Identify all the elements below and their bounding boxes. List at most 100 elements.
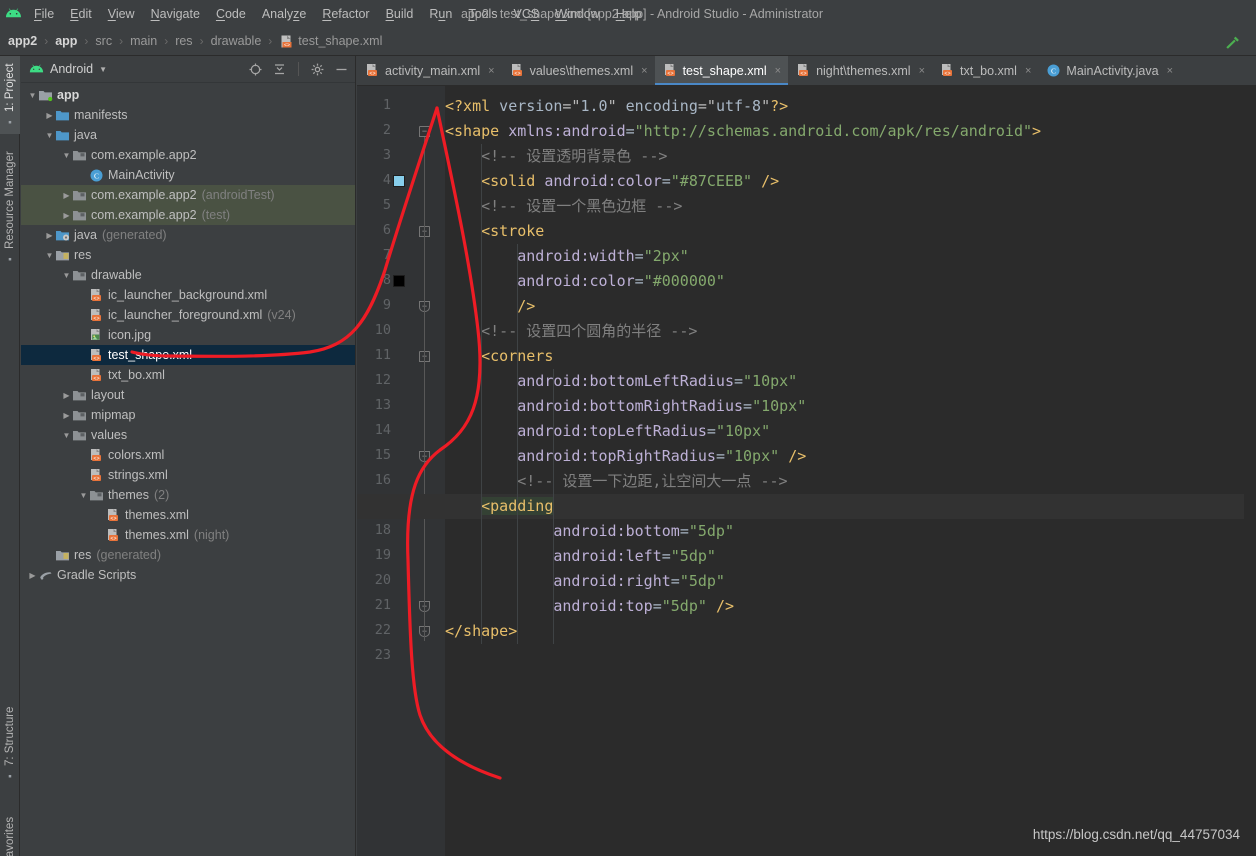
- menu-item-navigate[interactable]: Navigate: [143, 4, 208, 24]
- tree-node-res[interactable]: res (generated): [21, 545, 355, 565]
- chevron-down-icon[interactable]: ▼: [44, 131, 55, 140]
- breadcrumb-file[interactable]: test_shape.xml: [298, 34, 382, 48]
- menu-item-analyze[interactable]: Analyze: [254, 4, 314, 24]
- sidebar-item-structure[interactable]: ▪ 7: Structure: [0, 694, 20, 794]
- code-line-9[interactable]: />: [445, 294, 535, 319]
- chevron-right-icon[interactable]: ▶: [27, 571, 38, 580]
- breadcrumb-res[interactable]: res: [175, 34, 192, 48]
- tree-node-values[interactable]: ▼ values: [21, 425, 355, 445]
- editor-tab-mainactivity-java[interactable]: C MainActivity.java ×: [1038, 56, 1180, 85]
- hide-panel-icon[interactable]: [334, 62, 349, 77]
- code-line-4[interactable]: <solid android:color="#87CEEB" />: [445, 169, 779, 194]
- sidebar-item-project[interactable]: ▪ 1: Project: [0, 56, 20, 134]
- tree-node-manifests[interactable]: ▶ manifests: [21, 105, 355, 125]
- tree-node-themes-xml[interactable]: <> themes.xml (night): [21, 525, 355, 545]
- settings-gear-icon[interactable]: [310, 62, 325, 77]
- menu-item-edit[interactable]: Edit: [62, 4, 100, 24]
- chevron-down-icon[interactable]: ▼: [61, 151, 72, 160]
- menu-item-help[interactable]: Help: [608, 4, 650, 24]
- tree-node-gradle-scripts[interactable]: ▶ Gradle Scripts: [21, 565, 355, 585]
- close-icon[interactable]: ×: [488, 65, 494, 77]
- project-view-name[interactable]: Android: [50, 62, 93, 76]
- chevron-right-icon[interactable]: ▶: [61, 391, 72, 400]
- editor-gutter[interactable]: 1234567891011121314151617181920212223−−−…: [357, 86, 445, 856]
- code-line-20[interactable]: android:right="5dp": [445, 569, 725, 594]
- code-line-6[interactable]: <stroke: [445, 219, 544, 244]
- code-line-1[interactable]: <?xml version="1.0" encoding="utf-8"?>: [445, 94, 788, 119]
- sidebar-item-favorites[interactable]: 2: Favorites: [0, 798, 20, 856]
- menu-item-view[interactable]: View: [100, 4, 143, 24]
- tree-node-test-shape-xml[interactable]: <> test_shape.xml: [21, 345, 355, 365]
- code-line-15[interactable]: android:topRightRadius="10px" />: [445, 444, 806, 469]
- breadcrumb-main[interactable]: main: [130, 34, 157, 48]
- editor-tab-night-themes-xml[interactable]: <> night\themes.xml ×: [788, 56, 932, 85]
- close-icon[interactable]: ×: [641, 65, 647, 77]
- editor-tab-test-shape-xml[interactable]: <> test_shape.xml ×: [654, 56, 789, 85]
- code-line-14[interactable]: android:topLeftRadius="10px": [445, 419, 770, 444]
- tree-node-drawable[interactable]: ▼ drawable: [21, 265, 355, 285]
- hammer-icon[interactable]: [1222, 33, 1242, 58]
- breadcrumb-drawable[interactable]: drawable: [211, 34, 262, 48]
- tree-node-res[interactable]: ▼ res: [21, 245, 355, 265]
- editor-tab-bar[interactable]: <> activity_main.xml × <> values\themes.xml ×…: [357, 56, 1256, 86]
- chevron-down-icon[interactable]: ▼: [44, 251, 55, 260]
- tree-node-icon-jpg[interactable]: icon.jpg: [21, 325, 355, 345]
- chevron-right-icon[interactable]: ▶: [61, 191, 72, 200]
- breadcrumb[interactable]: app2 › app › src › main › res › drawable…: [0, 27, 1256, 56]
- tree-node-themes-xml[interactable]: <> themes.xml: [21, 505, 355, 525]
- menu-item-code[interactable]: Code: [208, 4, 254, 24]
- project-tree[interactable]: ▼ app ▶ manifests ▼ java ▼ com.example.app2 C Mai…: [21, 83, 355, 585]
- menu-item-build[interactable]: Build: [378, 4, 422, 24]
- sidebar-item-resource-manager[interactable]: ▪ Resource Manager: [0, 138, 20, 278]
- tree-node-java[interactable]: ▼ java: [21, 125, 355, 145]
- code-line-21[interactable]: android:top="5dp" />: [445, 594, 734, 619]
- code-text[interactable]: <?xml version="1.0" encoding="utf-8"?> <s…: [357, 86, 1256, 856]
- chevron-down-icon[interactable]: ▼: [27, 91, 38, 100]
- chevron-right-icon[interactable]: ▶: [44, 231, 55, 240]
- editor-tab-txt-bo-xml[interactable]: <> txt_bo.xml ×: [932, 56, 1038, 85]
- chevron-right-icon[interactable]: ▶: [61, 211, 72, 220]
- code-line-17[interactable]: <padding: [445, 494, 555, 519]
- tree-node-mainactivity[interactable]: C MainActivity: [21, 165, 355, 185]
- menu-item-refactor[interactable]: Refactor: [314, 4, 377, 24]
- menu-item-window[interactable]: Window: [547, 4, 607, 24]
- tree-node-txt-bo-xml[interactable]: <> txt_bo.xml: [21, 365, 355, 385]
- chevron-down-icon[interactable]: ▼: [99, 65, 107, 74]
- menu-item-file[interactable]: File: [26, 4, 62, 24]
- breadcrumb-app2[interactable]: app2: [8, 34, 37, 48]
- tree-node-layout[interactable]: ▶ layout: [21, 385, 355, 405]
- code-line-3[interactable]: <!-- 设置透明背景色 -->: [445, 144, 667, 169]
- chevron-down-icon[interactable]: ▼: [78, 491, 89, 500]
- tree-node-app[interactable]: ▼ app: [21, 85, 355, 105]
- chevron-down-icon[interactable]: ▼: [61, 271, 72, 280]
- tree-node-com-example-app2[interactable]: ▶ com.example.app2 (androidTest): [21, 185, 355, 205]
- close-icon[interactable]: ×: [775, 65, 781, 77]
- code-line-12[interactable]: android:bottomLeftRadius="10px": [445, 369, 797, 394]
- code-editor[interactable]: 1234567891011121314151617181920212223−−−…: [357, 86, 1256, 856]
- tree-node-java[interactable]: ▶ java (generated): [21, 225, 355, 245]
- close-icon[interactable]: ×: [1025, 65, 1031, 77]
- close-icon[interactable]: ×: [919, 65, 925, 77]
- gutter-color-swatch[interactable]: [393, 275, 405, 287]
- gutter-color-swatch[interactable]: [393, 175, 405, 187]
- tree-node-themes[interactable]: ▼ themes (2): [21, 485, 355, 505]
- breadcrumb-src[interactable]: src: [95, 34, 112, 48]
- code-line-11[interactable]: <corners: [445, 344, 553, 369]
- tree-node-mipmap[interactable]: ▶ mipmap: [21, 405, 355, 425]
- code-line-2[interactable]: <shape xmlns:android="http://schemas.and…: [445, 119, 1041, 144]
- code-line-13[interactable]: android:bottomRightRadius="10px": [445, 394, 806, 419]
- chevron-right-icon[interactable]: ▶: [61, 411, 72, 420]
- code-fold-top-marker[interactable]: −: [419, 126, 430, 137]
- chevron-down-icon[interactable]: ▼: [61, 431, 72, 440]
- close-icon[interactable]: ×: [1167, 65, 1173, 77]
- code-line-10[interactable]: <!-- 设置四个圆角的半径 -->: [445, 319, 697, 344]
- menu-item-tools[interactable]: Tools: [460, 4, 505, 24]
- breadcrumb-app[interactable]: app: [55, 34, 77, 48]
- menu-item-vcs[interactable]: VCS: [506, 4, 548, 24]
- tree-node-com-example-app2[interactable]: ▼ com.example.app2: [21, 145, 355, 165]
- tree-node-colors-xml[interactable]: <> colors.xml: [21, 445, 355, 465]
- editor-tab-values-themes-xml[interactable]: <> values\themes.xml ×: [502, 56, 655, 85]
- code-line-16[interactable]: <!-- 设置一下边距,让空间大一点 -->: [445, 469, 787, 494]
- menu-bar[interactable]: File Edit View Navigate Code Analyze Ref…: [26, 4, 649, 24]
- tree-node-strings-xml[interactable]: <> strings.xml: [21, 465, 355, 485]
